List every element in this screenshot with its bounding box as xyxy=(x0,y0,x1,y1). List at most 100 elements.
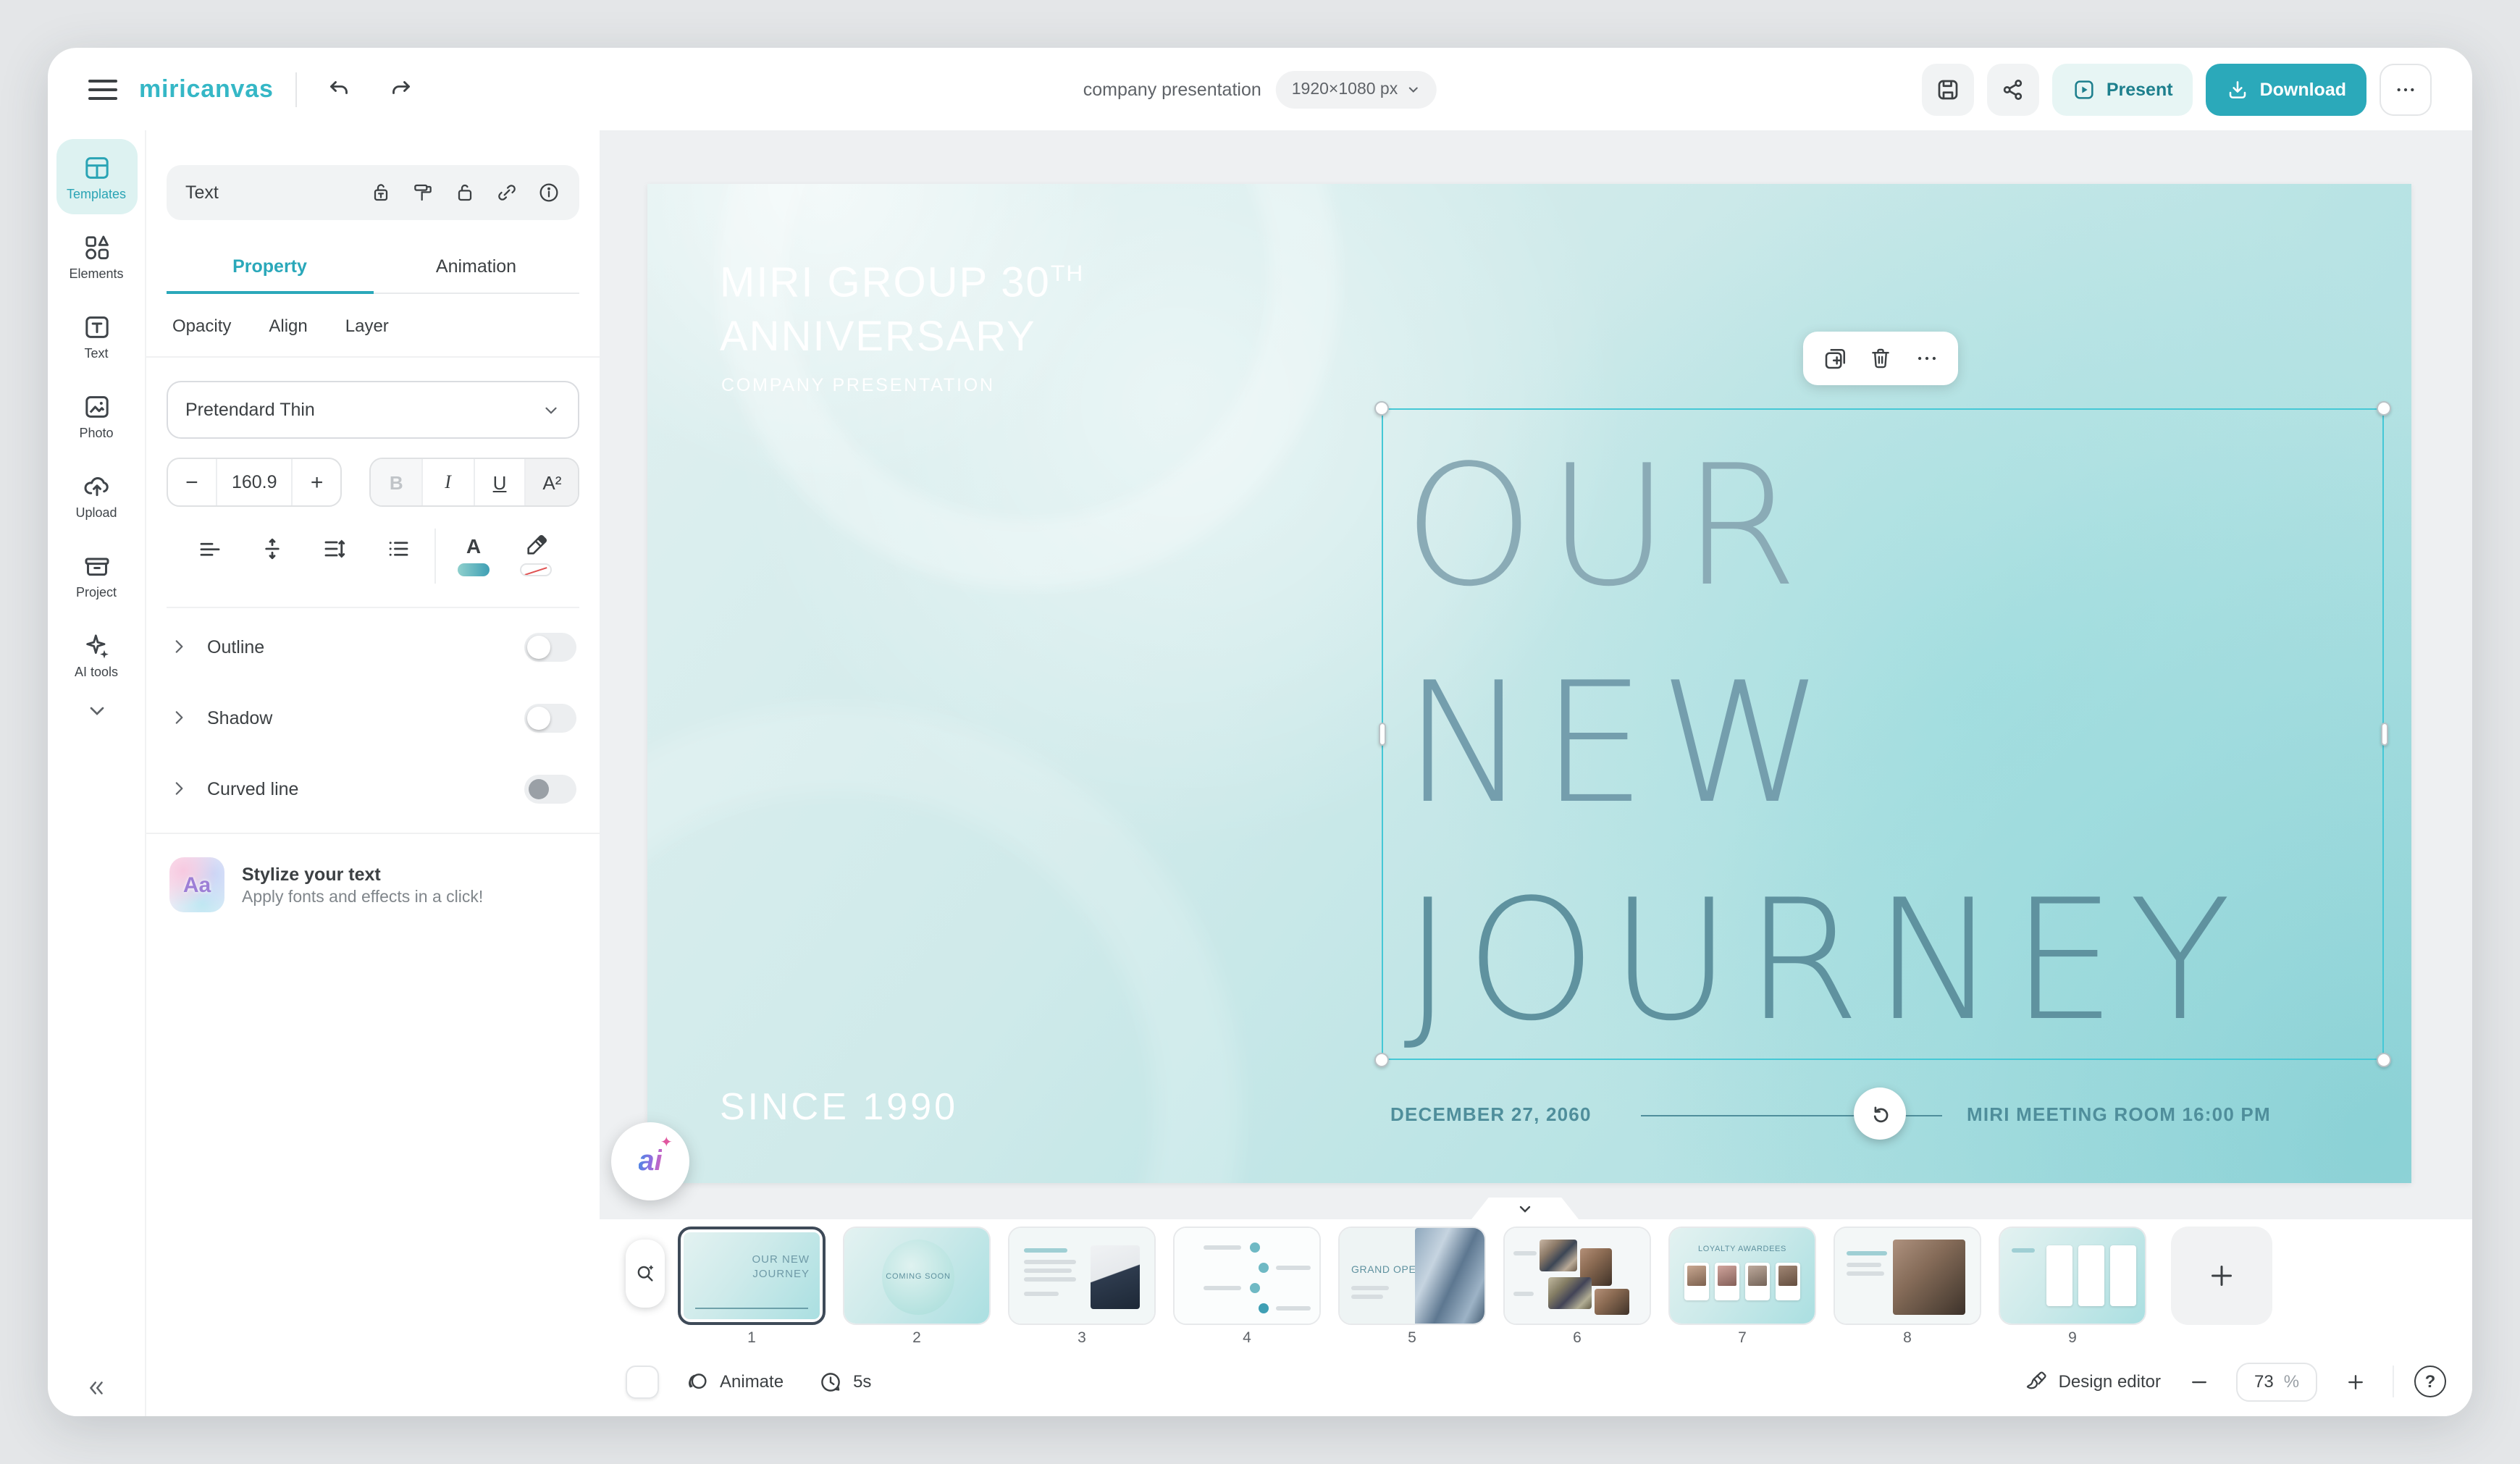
font-size-value[interactable]: 160.9 xyxy=(216,459,293,505)
sidebar-item-project[interactable]: Project xyxy=(56,537,137,613)
undo-button[interactable] xyxy=(319,69,359,109)
heading-line2: ANNIVERSARY xyxy=(720,314,1036,360)
resize-handle-bottom-left[interactable] xyxy=(1374,1053,1389,1067)
sidebar-more-chevron[interactable] xyxy=(85,699,108,723)
resize-handle-right[interactable] xyxy=(2380,723,2387,746)
slide-overview-button[interactable] xyxy=(626,1240,665,1308)
chevron-right-icon[interactable] xyxy=(169,708,188,727)
sidebar-item-upload[interactable]: Upload xyxy=(56,458,137,533)
resize-handle-top-left[interactable] xyxy=(1374,401,1389,416)
font-color-button[interactable]: A xyxy=(442,529,505,576)
resize-handle-left[interactable] xyxy=(1378,723,1385,746)
list-button[interactable] xyxy=(366,529,429,569)
slide-thumbnail-7[interactable]: LOYALTY AWARDEES 7 xyxy=(1668,1227,1816,1347)
rotate-handle[interactable] xyxy=(1854,1088,1906,1140)
slide-date-text[interactable]: DECEMBER 27, 2060 xyxy=(1390,1103,1592,1125)
slide-thumbnail-8[interactable]: 8 xyxy=(1834,1227,1981,1347)
sidebar-item-text[interactable]: Text xyxy=(56,298,137,374)
resize-handle-bottom-right[interactable] xyxy=(2377,1053,2391,1067)
thumb-caption: COMING SOON xyxy=(882,1240,954,1315)
canvas-size-dropdown[interactable]: 1920×1080 px xyxy=(1276,70,1437,108)
collapse-panel-icon[interactable] xyxy=(85,1377,107,1399)
animate-button[interactable]: Animate xyxy=(685,1369,784,1394)
slide-thumbnail-1[interactable]: OUR NEW JOURNEY 1 xyxy=(678,1227,826,1347)
element-more-button[interactable] xyxy=(1907,340,1945,377)
sidebar-label: AI tools xyxy=(75,664,118,678)
vertical-align-button[interactable] xyxy=(241,529,304,569)
design-editor-button[interactable]: Design editor xyxy=(2025,1370,2161,1393)
ai-assistant-button[interactable]: ai✦ xyxy=(611,1122,689,1200)
zoom-out-button[interactable] xyxy=(2181,1364,2216,1399)
stylize-text-banner[interactable]: Aa Stylize your text Apply fonts and eff… xyxy=(146,834,600,935)
sidebar-rail: Templates Elements Text Photo Upload xyxy=(48,130,145,1416)
ai-tools-icon xyxy=(82,631,111,660)
tab-property[interactable]: Property xyxy=(167,243,373,294)
app-window: miricanvas company presentation 1920×108… xyxy=(48,48,2472,1416)
chevron-right-icon[interactable] xyxy=(169,779,188,798)
slide-thumbnail-6[interactable]: 6 xyxy=(1503,1227,1651,1347)
header-more-button[interactable] xyxy=(2380,63,2432,115)
slide-since-text[interactable]: SINCE 1990 xyxy=(720,1085,958,1129)
italic-button[interactable]: I xyxy=(423,459,474,505)
font-size-decrease-button[interactable]: − xyxy=(168,459,216,505)
slide-thumbnail-4[interactable]: 4 xyxy=(1173,1227,1321,1347)
opacity-button[interactable]: Opacity xyxy=(172,316,231,336)
slide-room-text[interactable]: MIRI MEETING ROOM 16:00 PM xyxy=(1967,1103,2271,1125)
download-label: Download xyxy=(2260,79,2346,99)
selection-box[interactable] xyxy=(1382,408,2384,1060)
outline-row: Outline xyxy=(146,611,600,682)
sidebar-item-photo[interactable]: Photo xyxy=(56,378,137,453)
save-button[interactable] xyxy=(1923,63,1975,115)
bold-button[interactable]: B xyxy=(371,459,423,505)
hamburger-menu-icon[interactable] xyxy=(88,79,117,99)
document-title[interactable]: company presentation xyxy=(1083,79,1261,99)
sparkle-icon: ✦ xyxy=(660,1135,673,1150)
highlight-color-button[interactable] xyxy=(505,529,568,576)
outline-toggle[interactable] xyxy=(524,632,576,661)
redo-button[interactable] xyxy=(381,69,421,109)
align-button[interactable]: Align xyxy=(269,316,307,336)
page-color-chip[interactable] xyxy=(626,1365,659,1398)
layer-button[interactable]: Layer xyxy=(345,316,389,336)
collapse-strip-tab[interactable] xyxy=(1471,1198,1579,1219)
slide-duration-button[interactable]: 5s xyxy=(818,1369,871,1394)
slide-thumbnail-9[interactable]: 9 xyxy=(1999,1227,2146,1347)
duplicate-button[interactable] xyxy=(1816,340,1854,377)
font-family-dropdown[interactable]: Pretendard Thin xyxy=(167,381,579,439)
text-align-button[interactable] xyxy=(178,529,241,569)
superscript-button[interactable]: A² xyxy=(526,459,578,505)
thumb-caption: LOYALTY AWARDEES xyxy=(1670,1245,1815,1254)
underline-button[interactable]: U xyxy=(474,459,526,505)
slide-heading[interactable]: MIRI GROUP 30TH ANNIVERSARY xyxy=(720,248,1084,364)
zoom-level-input[interactable]: 73 % xyxy=(2236,1362,2317,1401)
slide-thumbnail-5[interactable]: GRAND OPEN! 5 xyxy=(1338,1227,1486,1347)
download-button[interactable]: Download xyxy=(2206,63,2366,115)
slide-thumbnail-strip: OUR NEW JOURNEY 1 COMING SOON 2 xyxy=(600,1219,2472,1347)
unlock-icon[interactable] xyxy=(453,181,476,204)
slide-canvas[interactable]: MIRI GROUP 30TH ANNIVERSARY COMPANY PRES… xyxy=(647,184,2411,1183)
outline-label: Outline xyxy=(207,636,264,657)
resize-handle-top-right[interactable] xyxy=(2377,401,2391,416)
sidebar-item-elements[interactable]: Elements xyxy=(56,219,137,294)
shadow-toggle[interactable] xyxy=(524,703,576,732)
tab-animation[interactable]: Animation xyxy=(373,243,579,293)
sidebar-item-templates[interactable]: Templates xyxy=(56,139,137,214)
delete-button[interactable] xyxy=(1862,340,1899,377)
present-button[interactable]: Present xyxy=(2053,63,2193,115)
line-height-button[interactable] xyxy=(303,529,366,569)
info-icon[interactable] xyxy=(537,181,560,204)
add-slide-button[interactable] xyxy=(2171,1227,2272,1325)
curved-line-toggle[interactable] xyxy=(524,774,576,803)
help-button[interactable]: ? xyxy=(2414,1366,2446,1397)
sidebar-item-ai-tools[interactable]: AI tools xyxy=(56,617,137,692)
slide-thumbnail-3[interactable]: 3 xyxy=(1008,1227,1156,1347)
paint-roller-icon[interactable] xyxy=(411,181,434,204)
font-size-increase-button[interactable]: + xyxy=(293,459,341,505)
share-button[interactable] xyxy=(1988,63,2040,115)
chevron-right-icon[interactable] xyxy=(169,637,188,656)
zoom-in-button[interactable] xyxy=(2338,1364,2372,1399)
slide-subheading[interactable]: COMPANY PRESENTATION xyxy=(721,375,995,395)
slide-thumbnail-2[interactable]: COMING SOON 2 xyxy=(843,1227,991,1347)
link-icon[interactable] xyxy=(495,181,518,204)
text-lock-icon[interactable] xyxy=(369,181,392,204)
